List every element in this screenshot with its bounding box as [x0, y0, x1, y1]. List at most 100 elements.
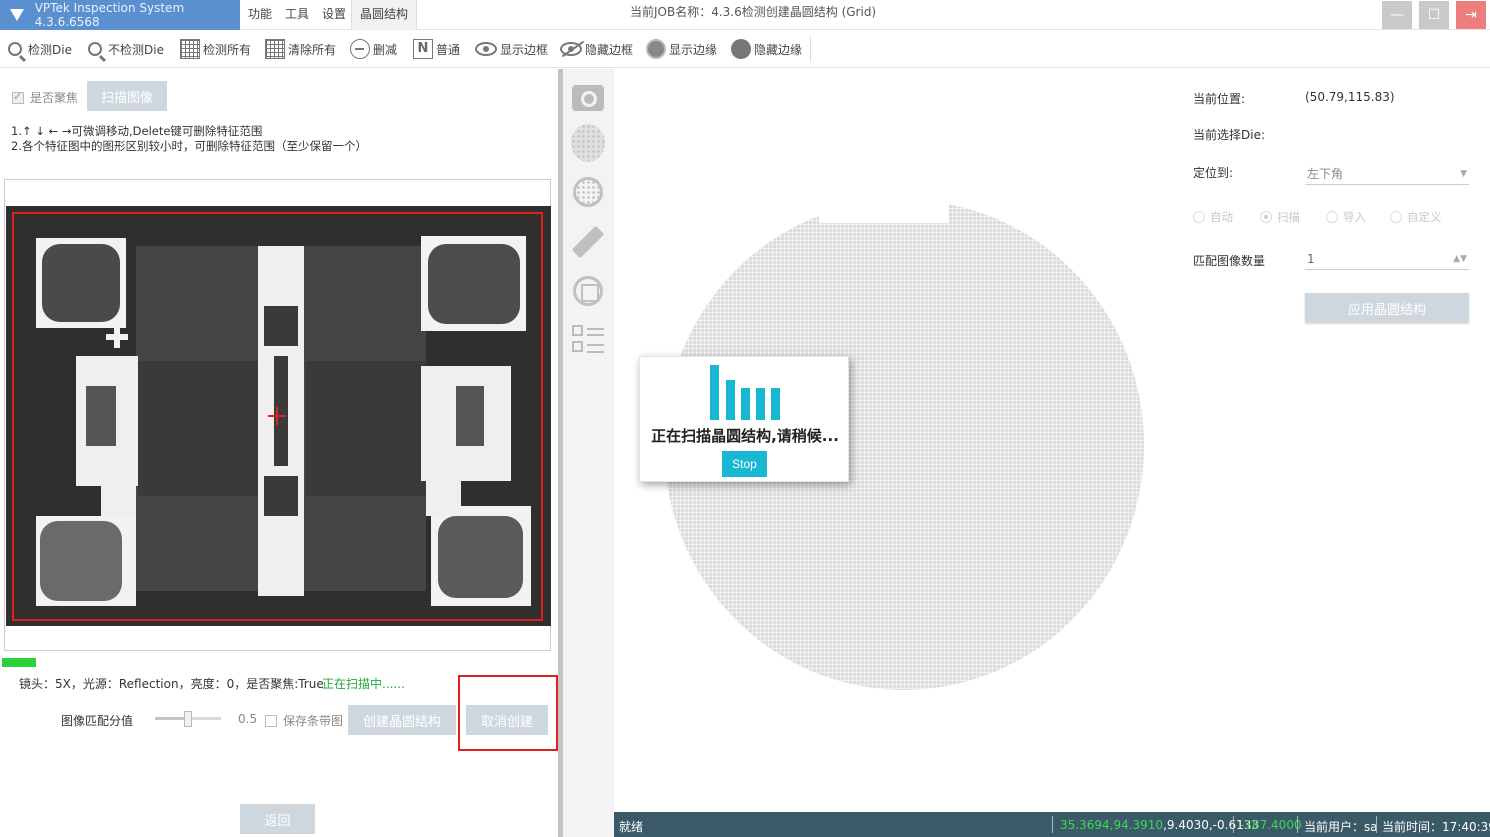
menu-function[interactable]: 功能 [240, 0, 280, 30]
scan-status: 正在扫描中...... [322, 677, 405, 691]
chevron-down-icon: ▼ [1460, 169, 1467, 179]
scanning-message: 正在扫描晶圆结构,请稍候... [651, 427, 839, 445]
wafer-notch [819, 199, 949, 223]
scan-progress-bar [2, 658, 36, 667]
hint-line-1: 1.↑ ↓ ← →可微调移动,Delete键可删除特征范围 [11, 124, 263, 138]
radio-import[interactable]: 导入 [1326, 209, 1366, 225]
normal-button[interactable]: N 普通 [413, 37, 460, 61]
radio-label: 扫描 [1277, 210, 1300, 224]
inspect-all-button[interactable]: 检测所有 [180, 37, 251, 61]
camera-icon[interactable] [571, 81, 605, 115]
slider-thumb[interactable] [184, 711, 192, 727]
match-score-slider[interactable] [155, 709, 221, 729]
back-button[interactable]: 返回 [240, 804, 315, 834]
inspect-all-label: 检测所有 [203, 42, 252, 57]
loading-icon [710, 365, 782, 420]
exit-icon[interactable]: ⇥ [1456, 1, 1486, 29]
radio-dot[interactable] [1326, 211, 1338, 223]
right-panel: 当前位置: (50.79,115.83) 当前选择Die: 定位到: 左下角 ▼… [1180, 69, 1490, 812]
selected-die-label: 当前选择Die: [1193, 128, 1266, 142]
clear-all-label: 清除所有 [288, 42, 337, 57]
checkbox-box[interactable] [265, 714, 277, 727]
wafer-ring-icon[interactable] [571, 175, 605, 209]
match-count-select[interactable]: 1 ▲▼ [1305, 248, 1469, 270]
radio-dot[interactable] [1390, 211, 1402, 223]
z-value: -187.4000 [1240, 818, 1302, 832]
radio-dot[interactable] [1193, 211, 1205, 223]
skip-die-button[interactable]: 不检测Die [88, 37, 164, 61]
locate-to-value: 左下角 [1307, 167, 1344, 181]
focus-label: 是否聚焦 [30, 91, 79, 105]
status-ready: 就绪 [619, 820, 644, 834]
scanning-dialog: 正在扫描晶圆结构,请稍候... Stop [639, 356, 849, 482]
grid-icon [265, 39, 285, 59]
focus-checkbox[interactable]: 是否聚焦 [12, 89, 78, 106]
app-title-text: VPTek Inspection System 4.3.6.6568 [34, 1, 185, 29]
reduce-label: 删减 [373, 42, 398, 57]
radio-dot[interactable] [1260, 211, 1272, 223]
apply-wafer-structure-button[interactable]: 应用晶圆结构 [1305, 293, 1469, 323]
clear-all-button[interactable]: 清除所有 [265, 37, 336, 61]
hide-border-button[interactable]: 隐藏边框 [560, 37, 633, 61]
checkbox-box[interactable] [12, 90, 24, 104]
current-time: 当前时间：17:40:39 [1382, 820, 1490, 834]
save-strip-checkbox[interactable]: 保存条带图 [265, 712, 343, 729]
normal-label: 普通 [436, 42, 461, 57]
circle-icon [646, 39, 666, 59]
lens-info: 镜头：5X，光源：Reflection，亮度：0，是否聚焦:True [19, 677, 324, 691]
current-user: 当前用户：sa [1304, 820, 1378, 834]
show-border-button[interactable]: 显示边框 [475, 37, 548, 61]
radio-auto[interactable]: 自动 [1193, 209, 1233, 225]
checklist-icon[interactable] [571, 323, 605, 357]
hide-edge-button[interactable]: 隐藏边缘 [731, 37, 802, 61]
match-count-value: 1 [1307, 252, 1315, 266]
job-title: 当前JOB名称：4.3.6检测创建晶圆结构 (Grid) [630, 5, 877, 19]
stage-coordinates: 35.3694,94.3910,9.4030,-0.6133 [1060, 818, 1259, 832]
menu-settings[interactable]: 设置 [314, 0, 354, 30]
save-strip-label: 保存条带图 [283, 714, 344, 728]
hint-line-2: 2.各个特征图中的图形区别较小时，可删除特征范围（至少保留一个） [11, 139, 367, 153]
structure-source-radios: 自动 扫描 导入 自定义 [1193, 209, 1483, 227]
app-title: VPTek Inspection System 4.3.6.6568 [0, 0, 240, 30]
hide-edge-label: 隐藏边缘 [754, 42, 803, 57]
status-divider [1297, 816, 1298, 833]
stop-button[interactable]: Stop [722, 451, 767, 477]
current-position-value: (50.79,115.83) [1305, 90, 1395, 104]
show-border-label: 显示边框 [500, 42, 549, 57]
toolbar: 检测Die 不检测Die 检测所有 清除所有 删减 N 普通 显示边框 隐藏边框… [0, 30, 1490, 68]
reduce-button[interactable]: 删减 [350, 37, 397, 61]
radio-scan[interactable]: 扫描 [1260, 209, 1300, 225]
stage-coords-green: 35.3694,94.3910 [1060, 818, 1164, 832]
grid-icon [180, 39, 200, 59]
magnifier-icon [8, 42, 22, 56]
maximize-icon[interactable]: ☐ [1419, 1, 1449, 29]
app-logo-icon [8, 7, 29, 23]
hide-border-label: 隐藏边框 [585, 42, 634, 57]
status-divider [1052, 816, 1053, 833]
menu-wafer-structure[interactable]: 晶圆结构 [351, 0, 418, 30]
current-position-label: 当前位置: [1193, 92, 1246, 106]
show-edge-button[interactable]: 显示边缘 [646, 37, 717, 61]
die-image[interactable] [6, 206, 551, 626]
create-wafer-structure-button[interactable]: 创建晶圆结构 [348, 705, 456, 735]
radio-label: 自定义 [1407, 210, 1442, 224]
inspect-die-button[interactable]: 检测Die [8, 37, 72, 61]
ruler-icon[interactable] [571, 225, 605, 259]
chevron-down-icon: ▲▼ [1453, 254, 1467, 264]
cancel-highlight-box [458, 675, 558, 751]
feature-image-frame [4, 179, 551, 651]
status-divider [1233, 816, 1234, 833]
show-edge-label: 显示边缘 [669, 42, 718, 57]
frame-icon[interactable] [571, 274, 605, 308]
radio-custom[interactable]: 自定义 [1390, 209, 1442, 225]
eye-off-icon [560, 42, 582, 56]
minimize-icon[interactable]: — [1382, 1, 1412, 29]
scan-image-button[interactable]: 扫描图像 [87, 81, 167, 111]
menu-tools[interactable]: 工具 [277, 0, 317, 30]
inspect-die-label: 检测Die [28, 42, 72, 57]
magnifier-icon [88, 42, 102, 56]
wafer-icon[interactable] [571, 124, 605, 162]
skip-die-label: 不检测Die [108, 42, 164, 57]
match-count-label: 匹配图像数量 [1193, 254, 1266, 268]
locate-to-select[interactable]: 左下角 ▼ [1305, 163, 1469, 185]
